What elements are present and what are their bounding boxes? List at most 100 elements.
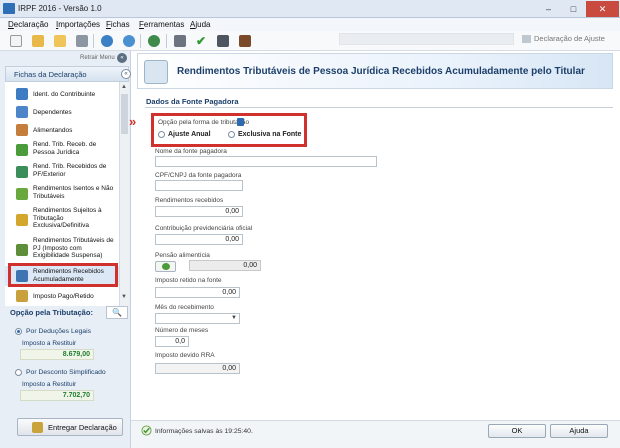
page-header: Rendimentos Tributáveis de Pessoa Jurídi… — [137, 53, 613, 89]
desconto-simplificado-radio[interactable] — [15, 369, 22, 376]
minimize-button[interactable]: – — [536, 1, 561, 17]
section-divider — [145, 107, 613, 108]
scroll-down-icon[interactable]: ▼ — [121, 294, 127, 300]
imposto-restituir-label: Imposto a Restituir — [22, 381, 77, 388]
imposto-restituir-label: Imposto a Restituir — [22, 340, 77, 347]
new-document-icon[interactable] — [10, 35, 22, 47]
contribuicao-previdenciaria-input[interactable]: 0,00 — [155, 234, 243, 245]
ficha-ident-contribuinte[interactable]: Ident. do Contribuinte — [5, 86, 119, 102]
warning-icon — [16, 214, 28, 226]
imposto-devido-rra-value: 0,00 — [155, 363, 240, 374]
ficha-imposto-pago-retido[interactable]: Imposto Pago/Retido — [5, 288, 119, 304]
contribuicao-previdenciaria-label: Contribuição previdenciária oficial — [155, 225, 253, 232]
arrow-icon: » — [129, 114, 137, 129]
imposto-retido-input[interactable]: 0,00 — [155, 287, 240, 298]
imposto-restituir-value: 8.679,00 — [20, 349, 94, 360]
chevron-down-icon: ▼ — [231, 315, 237, 321]
menu-fichas[interactable]: Fichas — [106, 20, 130, 29]
rendimentos-recebidos-input[interactable]: 0,00 — [155, 206, 243, 217]
numero-meses-input[interactable]: 0,0 — [155, 336, 189, 347]
folder-icon[interactable] — [54, 35, 66, 47]
page-title: Rendimentos Tributáveis de Pessoa Jurídi… — [177, 66, 585, 77]
print-icon[interactable] — [174, 35, 186, 47]
deducoes-legais-label[interactable]: Por Deduções Legais — [26, 328, 91, 335]
check-icon[interactable]: ✔ — [196, 35, 208, 47]
rendimentos-recebidos-label: Rendimentos recebidos — [155, 197, 224, 204]
globe-icon[interactable] — [148, 35, 160, 47]
scroll-up-icon[interactable]: ▲ — [121, 84, 127, 90]
trash-icon[interactable] — [76, 35, 88, 47]
coin-icon — [16, 290, 28, 302]
imposto-restituir-value: 7.702,70 — [20, 390, 94, 401]
search-icon[interactable]: 🔍 — [106, 306, 128, 319]
toolbar-search-field[interactable] — [339, 33, 514, 45]
fichas-header[interactable]: Fichas da Declaração « — [5, 66, 131, 82]
ajuste-anual-label[interactable]: Ajuste Anual — [168, 131, 211, 138]
declaration-icon — [522, 35, 531, 44]
toolbar-separator — [93, 34, 94, 48]
info-icon[interactable] — [237, 118, 244, 126]
menu-bar: Declaração Importações Fichas Ferramenta… — [0, 18, 620, 31]
calculator-icon[interactable] — [217, 35, 229, 47]
group-icon — [16, 124, 28, 136]
entregar-declaracao-button[interactable]: Entregar Declaração — [17, 418, 123, 436]
ficha-alimentandos[interactable]: Alimentandos — [5, 122, 119, 138]
declaracao-ajuste-label: Declaração de Ajuste — [522, 34, 605, 44]
imposto-devido-rra-label: Imposto devido RRA — [155, 352, 215, 359]
app-icon — [3, 3, 15, 14]
numero-meses-label: Número de meses — [155, 327, 209, 334]
deducoes-legais-radio[interactable] — [15, 328, 22, 335]
pensao-alimenticia-label: Pensão alimentícia — [155, 252, 210, 259]
ficha-rend-trib-pj-suspensa[interactable]: Rendimentos Tributáveis de PJ (Imposto c… — [5, 236, 119, 264]
menu-declaracao[interactable]: Declaração — [8, 20, 48, 29]
shield-icon — [16, 188, 28, 200]
mes-recebimento-label: Mês do recebimento — [155, 304, 214, 311]
money-icon — [16, 144, 28, 156]
import-icon[interactable] — [101, 35, 113, 47]
fichas-header-label: Fichas da Declaração — [14, 70, 87, 79]
ok-button[interactable]: OK — [488, 424, 546, 438]
pensao-edit-button[interactable] — [155, 261, 176, 272]
ajuste-anual-radio[interactable] — [158, 131, 165, 138]
collapse-fichas-icon[interactable]: « — [121, 69, 131, 79]
fichas-scrollbar[interactable]: ▲ ▼ — [119, 82, 129, 306]
cpf-cnpj-input[interactable] — [155, 180, 243, 191]
ficha-rend-isentos[interactable]: Rendimentos Isentos e Não Tributáveis — [5, 184, 119, 204]
maximize-button[interactable]: □ — [561, 1, 586, 17]
retrair-menu-label[interactable]: Retrair Menu — [80, 55, 115, 61]
document-search-icon — [144, 60, 168, 84]
opcao-tributacao-label: Opção pela Tributação: — [10, 308, 93, 317]
book-icon[interactable] — [239, 35, 251, 47]
menu-ferramentas[interactable]: Ferramentas — [139, 20, 184, 29]
money-icon — [162, 263, 170, 270]
transmit-icon[interactable] — [123, 35, 135, 47]
money-suspend-icon — [16, 244, 28, 256]
scroll-thumb[interactable] — [121, 94, 128, 134]
nome-fonte-label: Nome da fonte pagadora — [155, 148, 227, 155]
ficha-rend-trib-exclusiva[interactable]: Rendimentos Sujeitos à Tributação Exclus… — [5, 206, 119, 234]
close-button[interactable]: ✕ — [586, 1, 619, 17]
people-icon — [16, 106, 28, 118]
menu-ajuda[interactable]: Ajuda — [190, 20, 210, 29]
pensao-alimenticia-value: 0,00 — [189, 260, 261, 271]
nome-fonte-input[interactable] — [155, 156, 377, 167]
ficha-dependentes[interactable]: Dependentes — [5, 104, 119, 120]
exclusiva-fonte-radio[interactable] — [228, 131, 235, 138]
content-scrollbar[interactable] — [612, 92, 618, 417]
opcao-forma-tributacao-group: Opção pela forma de tributação Ajuste An… — [151, 113, 307, 147]
open-folder-icon[interactable] — [32, 35, 44, 47]
toolbar-separator — [140, 34, 141, 48]
desconto-simplificado-label[interactable]: Por Desconto Simplificado — [26, 369, 106, 376]
mes-recebimento-select[interactable]: ▼ — [155, 313, 240, 324]
opcao-forma-label: Opção pela forma de tributação — [158, 119, 250, 126]
toolbar: ✔ Declaração de Ajuste — [0, 31, 620, 51]
collapse-menu-icon[interactable]: « — [117, 53, 127, 63]
help-button[interactable]: Ajuda — [550, 424, 608, 438]
menu-importacoes[interactable]: Importações — [56, 20, 100, 29]
toolbar-separator — [166, 34, 167, 48]
exclusiva-fonte-label[interactable]: Exclusiva na Fonte — [238, 131, 301, 138]
ficha-rend-trib-pj[interactable]: Rend. Trib. Receb. de Pessoa Jurídica — [5, 140, 119, 160]
section-title: Dados da Fonte Pagadora — [146, 97, 239, 106]
ficha-rend-trib-pf-exterior[interactable]: Rend. Trib. Recebidos de PF/Exterior — [5, 162, 119, 182]
window-title: IRPF 2016 - Versão 1.0 — [18, 4, 102, 13]
